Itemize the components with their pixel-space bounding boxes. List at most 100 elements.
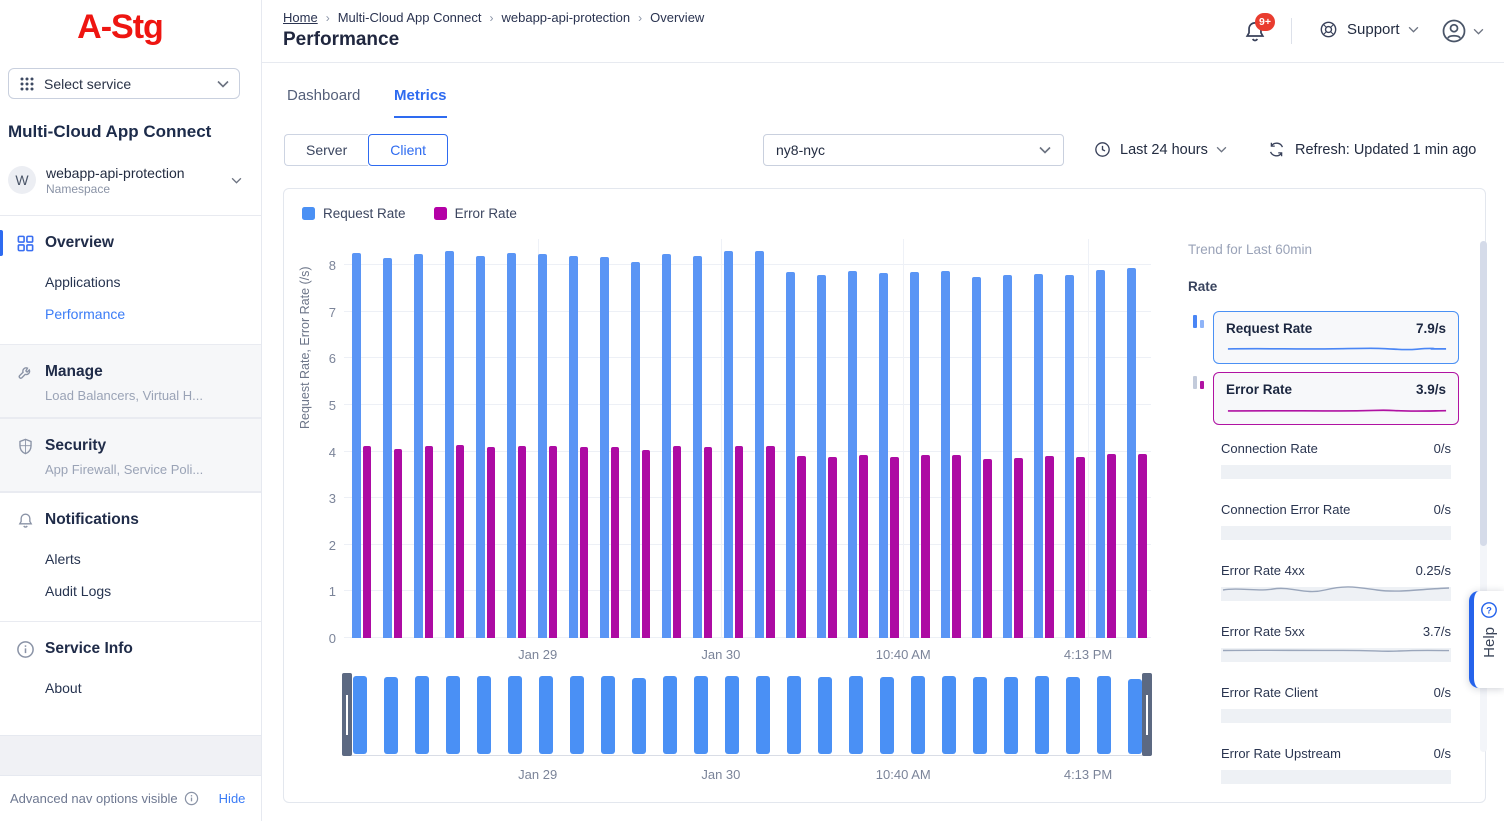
error-rate-bar [518,446,527,638]
error-rate-bar [549,446,558,638]
refresh-status: Refresh: Updated 1 min ago [1295,142,1476,158]
time-brush-chart[interactable] [344,673,1151,756]
nav-header-notifications[interactable]: Notifications [0,505,261,535]
error-rate-bar [642,450,651,638]
y-tick-label: 2 [302,538,336,553]
toggle-server[interactable]: Server [284,134,368,166]
request-rate-bar [507,253,516,638]
clock-icon [1093,140,1112,159]
select-service-label: Select service [44,76,131,92]
tab-metrics[interactable]: Metrics [394,87,447,119]
select-service-dropdown[interactable]: Select service [8,68,240,99]
metrics-chart-card: Request RateError Rate Request Rate, Err… [283,188,1486,803]
support-label: Support [1347,21,1400,38]
legend-error-rate[interactable]: Error Rate [434,206,517,221]
nav-section-overview: Overview ApplicationsPerformance [0,216,261,344]
x-tick-label: 4:13 PM [1064,647,1112,662]
request-rate-bar [910,272,919,638]
error-rate-bar [704,447,713,638]
namespace-name: webapp-api-protection [46,165,185,181]
request-rate-bar [972,277,981,638]
trend-row-value: 0.25/s [1416,563,1451,578]
trend-row-header: Connection Error Rate0/s [1221,502,1451,517]
help-button[interactable]: ? Help [1469,591,1504,688]
controls-row: ServerClient ny8-nyc Last 24 hours [262,118,1504,188]
grid-icon [16,234,36,253]
active-indicator [0,230,3,256]
sidebar-item-alerts[interactable]: Alerts [0,543,261,575]
breadcrumb-item-3[interactable]: webapp-api-protection [502,10,631,25]
nav-header-security[interactable]: Security [0,431,261,461]
brush-handle-left[interactable] [342,673,352,756]
error-rate-bar [673,446,682,638]
error-rate-bar [1138,454,1147,638]
trend-card-label: Error Rate [1226,382,1292,397]
x-tick-label: 10:40 AM [876,647,931,662]
trend-row-connection-rate[interactable]: Connection Rate0/s [1221,441,1451,479]
support-menu[interactable]: Support [1318,19,1419,40]
breadcrumb-item-2[interactable]: Multi-Cloud App Connect [338,10,482,25]
brush-bar [1004,677,1018,754]
chevron-down-icon [1408,26,1419,33]
error-rate-bar [921,455,930,638]
trend-row-error-rate-upstream[interactable]: Error Rate Upstream0/s [1221,746,1451,784]
site-select[interactable]: ny8-nyc [763,134,1064,166]
bell-icon [16,511,36,530]
info-icon [16,640,36,659]
sidebar-item-audit-logs[interactable]: Audit Logs [0,575,261,607]
error-rate-bar [735,446,744,638]
nav-label-overview: Overview [45,234,114,252]
nav-subtitle-security: App Firewall, Service Poli... [45,462,261,477]
panel-scrollbar-thumb[interactable] [1480,241,1487,546]
trend-card-error-rate[interactable]: Error Rate 3.9/s [1213,372,1459,425]
nav-header-manage[interactable]: Manage [0,357,261,387]
namespace-selector[interactable]: W webapp-api-protection Namespace [8,163,248,197]
refresh-button[interactable]: Refresh: Updated 1 min ago [1267,140,1476,159]
trend-row-sparkline [1221,648,1451,662]
sidebar-filler [0,735,261,775]
user-account-menu[interactable] [1440,17,1484,45]
hide-advanced-nav-link[interactable]: Hide [219,791,246,806]
brush-bar [477,676,491,754]
error-rate-bar [983,459,992,638]
error-rate-bar [952,455,961,638]
request-rate-bar [1003,275,1012,638]
tab-bar: Dashboard Metrics [262,63,1504,118]
sidebar-item-performance[interactable]: Performance [0,298,261,330]
x-tick-label: Jan 29 [518,647,557,662]
tab-dashboard[interactable]: Dashboard [287,87,360,116]
trend-row-label: Error Rate 4xx [1221,563,1305,578]
trend-row-connection-error-rate[interactable]: Connection Error Rate0/s [1221,502,1451,540]
trend-card-request-rate[interactable]: Request Rate7.9/s [1213,311,1459,364]
nav-header-overview[interactable]: Overview [0,228,261,258]
request-rate-bar [817,275,826,638]
brush-bar [1128,679,1142,754]
trend-row-error-rate-5xx[interactable]: Error Rate 5xx3.7/s [1221,624,1451,662]
brush-tick-label: Jan 29 [518,767,557,782]
breadcrumb-item-4[interactable]: Overview [650,10,704,25]
error-rate-bar [456,445,465,638]
sidebar-item-applications[interactable]: Applications [0,266,261,298]
toggle-client[interactable]: Client [368,134,448,166]
error-rate-bar [1076,457,1085,638]
sidebar-item-about[interactable]: About [0,672,261,704]
request-rate-bar [879,273,888,638]
request-rate-bar [631,262,640,638]
request-rate-bar [1034,274,1043,638]
nav-header-service-info[interactable]: Service Info [0,634,261,664]
legend-swatch [434,207,447,220]
refresh-icon [1267,140,1286,159]
chevron-down-icon [1216,146,1227,153]
brush-handle-right[interactable] [1142,673,1152,756]
nav-section-security: SecurityApp Firewall, Service Poli... [0,418,261,492]
brush-bar [601,676,615,754]
trend-card-value: 3.9/s [1416,382,1446,397]
trend-row-error-rate-4xx[interactable]: Error Rate 4xx 0.25/s [1221,563,1451,601]
legend-request-rate[interactable]: Request Rate [302,206,406,221]
error-rate-bar [828,457,837,638]
nav-items-notifications: AlertsAudit Logs [0,543,261,607]
breadcrumb-item-1[interactable]: Home [283,10,318,25]
time-range-select[interactable]: Last 24 hours [1093,140,1227,159]
trend-row-error-rate-client[interactable]: Error Rate Client0/s [1221,685,1451,723]
trend-card-value: 7.9/s [1416,321,1446,336]
